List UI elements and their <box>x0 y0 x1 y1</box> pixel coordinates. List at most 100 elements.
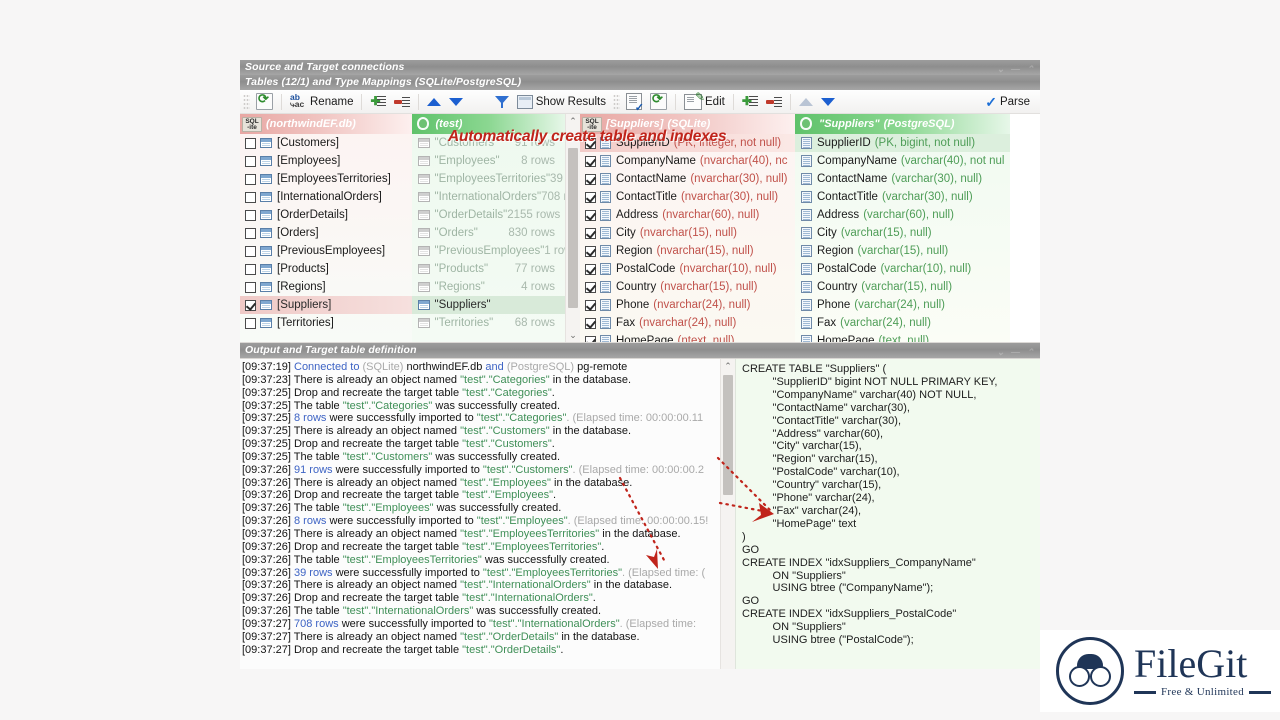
table-row[interactable]: "OrderDetails"2155 rows <box>412 206 566 224</box>
column-row[interactable]: City(nvarchar(15), null) <box>580 224 795 242</box>
column-row[interactable]: Fax(nvarchar(24), null) <box>580 314 795 332</box>
column-row[interactable]: ContactTitle(varchar(30), null) <box>795 188 1010 206</box>
column-checkbox[interactable] <box>585 192 596 203</box>
column-checkbox[interactable] <box>585 246 596 257</box>
output-window-controls[interactable]: ⌄ — ⌃ <box>997 345 1036 360</box>
table-row[interactable]: [InternationalOrders] <box>240 188 412 206</box>
column-row[interactable]: ContactTitle(nvarchar(30), null) <box>580 188 795 206</box>
scrollbar-thumb[interactable] <box>568 148 578 308</box>
table-checkbox[interactable] <box>245 228 256 239</box>
table-row[interactable]: [PreviousEmployees] <box>240 242 412 260</box>
column-row[interactable]: HomePage(ntext, null) <box>580 332 795 342</box>
source-table-list[interactable]: [Customers][Employees][EmployeesTerritor… <box>240 134 412 332</box>
table-row[interactable]: [Regions] <box>240 278 412 296</box>
table-row[interactable]: "Orders"830 rows <box>412 224 566 242</box>
column-row[interactable]: Region(nvarchar(15), null) <box>580 242 795 260</box>
table-checkbox[interactable] <box>245 264 256 275</box>
source-column-list[interactable]: SupplierID(PK, integer, not null)Company… <box>580 134 795 342</box>
table-row[interactable]: [Customers] <box>240 134 412 152</box>
column-row[interactable]: CompanyName(nvarchar(40), nc <box>580 152 795 170</box>
table-checkbox[interactable] <box>245 174 256 185</box>
column-row[interactable]: HomePage(text, null) <box>795 332 1010 342</box>
column-row[interactable]: PostalCode(nvarchar(10), null) <box>580 260 795 278</box>
table-row[interactable]: [Products] <box>240 260 412 278</box>
table-row[interactable]: "Territories"68 rows <box>412 314 566 332</box>
column-row[interactable]: Address(nvarchar(60), null) <box>580 206 795 224</box>
scroll-up-icon[interactable]: ⌃ <box>566 114 580 128</box>
log-scrollbar[interactable]: ⌃ <box>720 359 735 669</box>
column-checkbox[interactable] <box>585 282 596 293</box>
tables-scrollbar[interactable]: ⌃ ⌄ <box>565 114 580 342</box>
column-checkbox[interactable] <box>585 318 596 329</box>
table-row[interactable]: [Suppliers] <box>240 296 412 314</box>
column-checkbox[interactable] <box>585 156 596 167</box>
column-row[interactable]: Phone(nvarchar(24), null) <box>580 296 795 314</box>
refresh-button[interactable] <box>252 91 277 112</box>
target-table-list[interactable]: "Customers"91 rows"Employees"8 rows"Empl… <box>412 134 566 332</box>
table-checkbox[interactable] <box>245 192 256 203</box>
rename-button[interactable]: ab⤷ac Rename <box>286 91 357 112</box>
column-row[interactable]: Address(varchar(60), null) <box>795 206 1010 224</box>
column-row[interactable]: Region(varchar(15), null) <box>795 242 1010 260</box>
column-row[interactable]: PostalCode(varchar(10), null) <box>795 260 1010 278</box>
column-row[interactable]: ContactName(varchar(30), null) <box>795 170 1010 188</box>
add-column-button[interactable]: ✚ <box>738 91 762 112</box>
column-checkbox[interactable] <box>585 300 596 311</box>
table-checkbox[interactable] <box>245 282 256 293</box>
column-checkbox[interactable] <box>585 228 596 239</box>
table-row[interactable]: "Regions"4 rows <box>412 278 566 296</box>
table-checkbox[interactable] <box>245 210 256 221</box>
table-row[interactable]: [Orders] <box>240 224 412 242</box>
table-row[interactable]: [Territories] <box>240 314 412 332</box>
table-row[interactable]: "Employees"8 rows <box>412 152 566 170</box>
column-row[interactable]: Country(nvarchar(15), null) <box>580 278 795 296</box>
column-checkbox[interactable] <box>585 174 596 185</box>
table-checkbox[interactable] <box>245 138 256 149</box>
column-row[interactable]: Fax(varchar(24), null) <box>795 314 1010 332</box>
table-checkbox[interactable] <box>245 156 256 167</box>
column-row[interactable]: SupplierID(PK, bigint, not null) <box>795 134 1010 152</box>
column-move-up-button[interactable] <box>795 91 817 112</box>
table-checkbox[interactable] <box>245 246 256 257</box>
move-down-button[interactable] <box>445 91 467 112</box>
column-checkbox[interactable] <box>585 264 596 275</box>
parse-button[interactable]: ✓ Parse <box>981 91 1034 112</box>
toolbar-grip-icon[interactable] <box>613 94 620 110</box>
table-row[interactable]: "EmployeesTerritories"39 rows <box>412 170 566 188</box>
column-move-down-button[interactable] <box>817 91 839 112</box>
table-row[interactable]: [OrderDetails] <box>240 206 412 224</box>
column-row[interactable]: Country(varchar(15), null) <box>795 278 1010 296</box>
log-panel[interactable]: [09:37:19] Connected to (SQLite) northwi… <box>240 359 735 669</box>
scroll-down-icon[interactable]: ⌄ <box>566 328 580 342</box>
target-column-list[interactable]: SupplierID(PK, bigint, not null)CompanyN… <box>795 134 1010 342</box>
table-row[interactable]: "Suppliers" <box>412 296 566 314</box>
log-segment: in the database. <box>591 579 672 591</box>
scroll-up-icon[interactable]: ⌃ <box>721 359 735 373</box>
toolbar-grip-icon[interactable] <box>243 94 250 110</box>
table-row[interactable]: "InternationalOrders"708 rows <box>412 188 566 206</box>
add-mapping-button[interactable]: ✚ <box>366 91 390 112</box>
scrollbar-thumb[interactable] <box>723 375 733 495</box>
column-checkbox[interactable] <box>585 336 596 343</box>
edit-button[interactable]: Edit <box>680 91 729 112</box>
filter-button[interactable] <box>491 91 513 112</box>
ddl-panel[interactable]: CREATE TABLE "Suppliers" ( "SupplierID" … <box>735 359 1040 669</box>
table-row[interactable]: [Employees] <box>240 152 412 170</box>
refresh-definition-button[interactable] <box>646 91 671 112</box>
remove-column-button[interactable] <box>762 91 786 112</box>
show-results-button[interactable]: Show Results <box>513 91 610 112</box>
move-up-button[interactable] <box>423 91 445 112</box>
table-checkbox[interactable] <box>245 300 256 311</box>
remove-mapping-button[interactable] <box>390 91 414 112</box>
column-row[interactable]: Phone(varchar(24), null) <box>795 296 1010 314</box>
column-row[interactable]: City(varchar(15), null) <box>795 224 1010 242</box>
column-row[interactable]: CompanyName(varchar(40), not nul <box>795 152 1010 170</box>
apply-definition-button[interactable] <box>622 91 646 112</box>
table-row[interactable]: "Products"77 rows <box>412 260 566 278</box>
column-row[interactable]: ContactName(nvarchar(30), null) <box>580 170 795 188</box>
table-row[interactable]: "PreviousEmployees"1 row <box>412 242 566 260</box>
table-checkbox[interactable] <box>245 318 256 329</box>
column-checkbox[interactable] <box>585 210 596 221</box>
table-row[interactable]: [EmployeesTerritories] <box>240 170 412 188</box>
log-segment: 39 rows <box>294 567 333 579</box>
